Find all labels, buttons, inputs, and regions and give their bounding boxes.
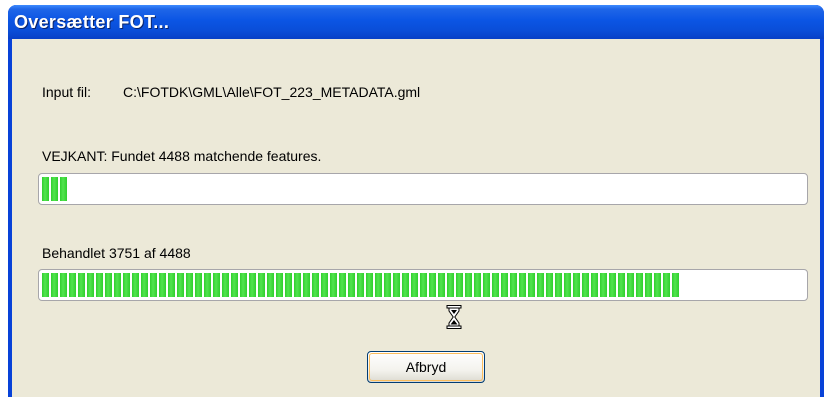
processed-status-text: Behandlet 3751 af 4488 <box>42 245 191 261</box>
feature-progress-fill <box>42 177 67 201</box>
dialog-window: Oversætter FOT... Input fil: C:\FOTDK\GM… <box>8 5 824 397</box>
processed-progress-fill <box>42 273 679 297</box>
input-file-path: C:\FOTDK\GML\Alle\FOT_223_METADATA.gml <box>123 84 421 100</box>
hourglass-icon <box>446 305 462 329</box>
input-file-label: Input fil: <box>42 84 92 100</box>
processed-progress-bar <box>38 269 808 301</box>
feature-status-text: VEJKANT: Fundet 4488 matchende features. <box>42 148 322 164</box>
window-title: Oversætter FOT... <box>14 12 170 32</box>
title-bar[interactable]: Oversætter FOT... <box>8 5 824 39</box>
dialog-content: Input fil: C:\FOTDK\GML\Alle\FOT_223_MET… <box>12 39 820 397</box>
cancel-button[interactable]: Afbryd <box>367 351 485 383</box>
feature-progress-bar <box>38 173 808 205</box>
